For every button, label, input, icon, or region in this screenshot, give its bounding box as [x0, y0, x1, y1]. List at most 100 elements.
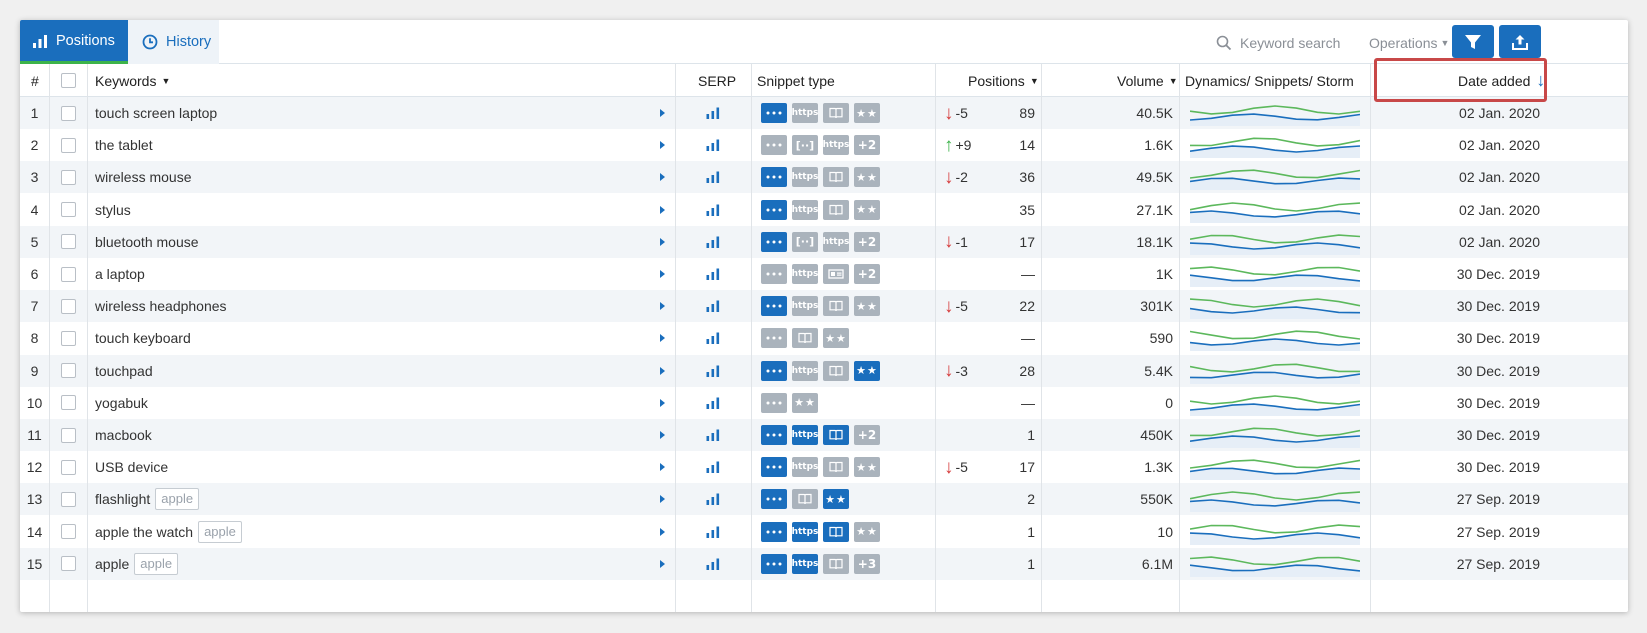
keyword-tag[interactable]: apple: [155, 488, 200, 511]
dynamics-cell[interactable]: [1190, 194, 1360, 226]
snippet-https-icon[interactable]: https: [792, 425, 818, 445]
keyword-text[interactable]: a laptop: [95, 266, 145, 282]
serp-icon[interactable]: [706, 451, 720, 483]
snippet-stars-icon[interactable]: ★★: [854, 296, 880, 317]
expand-row-icon[interactable]: [660, 322, 665, 354]
dynamics-cell[interactable]: [1190, 129, 1360, 161]
row-checkbox[interactable]: [61, 363, 76, 379]
snippet-dots-icon[interactable]: [761, 392, 787, 413]
expand-row-icon[interactable]: [660, 548, 665, 580]
keyword-text[interactable]: apple the watch: [95, 524, 193, 540]
serp-icon[interactable]: [706, 548, 720, 580]
select-all-checkbox[interactable]: [61, 73, 76, 88]
dynamics-cell[interactable]: [1190, 516, 1360, 548]
snippet-dots-icon[interactable]: [761, 521, 787, 542]
serp-icon[interactable]: [706, 290, 720, 322]
tab-history[interactable]: History: [128, 20, 219, 64]
snippet-https-icon[interactable]: https: [792, 457, 818, 478]
snippet-book-icon[interactable]: [823, 553, 849, 574]
tab-positions[interactable]: Positions: [20, 20, 128, 64]
snippet-https-icon[interactable]: https: [792, 360, 818, 381]
keyword-text[interactable]: USB device: [95, 459, 168, 475]
dynamics-cell[interactable]: [1190, 451, 1360, 483]
snippet-brackets-icon[interactable]: [··]: [792, 231, 818, 252]
serp-icon[interactable]: [706, 387, 720, 419]
snippet-dots-icon[interactable]: [761, 167, 787, 188]
dynamics-cell[interactable]: [1190, 161, 1360, 193]
row-checkbox[interactable]: [61, 524, 76, 540]
snippet-stars-icon[interactable]: ★★: [823, 489, 849, 510]
keyword-tag[interactable]: apple: [198, 520, 242, 543]
filter-button[interactable]: [1452, 25, 1494, 58]
snippet-book-icon[interactable]: [823, 360, 849, 381]
expand-row-icon[interactable]: [660, 194, 665, 226]
serp-icon[interactable]: [706, 322, 720, 354]
dynamics-cell[interactable]: [1190, 355, 1360, 387]
dynamics-cell[interactable]: [1190, 548, 1360, 580]
snippet-stars-icon[interactable]: ★★: [854, 521, 880, 542]
dynamics-cell[interactable]: [1190, 258, 1360, 290]
expand-row-icon[interactable]: [660, 355, 665, 387]
keyword-text[interactable]: bluetooth mouse: [95, 234, 199, 250]
snippet-book-icon[interactable]: [823, 521, 849, 542]
keyword-tag[interactable]: apple: [134, 552, 179, 575]
expand-row-icon[interactable]: [660, 419, 665, 451]
col-volume[interactable]: Volume ▼: [1117, 64, 1178, 97]
keyword-text[interactable]: the tablet: [95, 137, 153, 153]
snippet-https-icon[interactable]: https: [823, 231, 849, 252]
snippet-stars-icon[interactable]: ★★: [854, 457, 880, 478]
snippet-stars-icon[interactable]: ★★: [854, 199, 880, 220]
snippet-card-icon[interactable]: [823, 264, 849, 284]
expand-row-icon[interactable]: [660, 516, 665, 548]
expand-row-icon[interactable]: [660, 226, 665, 258]
keyword-text[interactable]: stylus: [95, 202, 131, 218]
dynamics-cell[interactable]: [1190, 387, 1360, 419]
keyword-search[interactable]: Keyword search: [1216, 32, 1340, 54]
snippet-more-badge[interactable]: +2: [854, 425, 880, 445]
snippet-https-icon[interactable]: https: [792, 199, 818, 220]
col-keywords[interactable]: Keywords ▼: [95, 64, 170, 97]
expand-row-icon[interactable]: [660, 290, 665, 322]
serp-icon[interactable]: [706, 129, 720, 161]
serp-icon[interactable]: [706, 419, 720, 451]
serp-icon[interactable]: [706, 97, 720, 129]
keyword-text[interactable]: wireless headphones: [95, 298, 227, 314]
snippet-book-icon[interactable]: [823, 296, 849, 317]
row-checkbox[interactable]: [61, 459, 76, 475]
serp-icon[interactable]: [706, 258, 720, 290]
row-checkbox[interactable]: [61, 137, 76, 153]
snippet-https-icon[interactable]: https: [792, 103, 818, 123]
snippet-more-badge[interactable]: +2: [854, 231, 880, 252]
dynamics-cell[interactable]: [1190, 226, 1360, 258]
snippet-book-icon[interactable]: [823, 103, 849, 123]
keyword-text[interactable]: wireless mouse: [95, 169, 191, 185]
expand-row-icon[interactable]: [660, 97, 665, 129]
row-checkbox[interactable]: [61, 234, 76, 250]
keyword-text[interactable]: apple: [95, 556, 129, 572]
row-checkbox[interactable]: [61, 330, 76, 346]
snippet-https-icon[interactable]: https: [792, 553, 818, 574]
snippet-book-icon[interactable]: [823, 199, 849, 220]
keyword-text[interactable]: touch keyboard: [95, 330, 191, 346]
serp-icon[interactable]: [706, 483, 720, 515]
snippet-https-icon[interactable]: https: [823, 135, 849, 156]
expand-row-icon[interactable]: [660, 258, 665, 290]
row-checkbox[interactable]: [61, 202, 76, 218]
snippet-book-icon[interactable]: [792, 328, 818, 349]
keyword-text[interactable]: yogabuk: [95, 395, 148, 411]
snippet-dots-icon[interactable]: [761, 231, 787, 252]
snippet-https-icon[interactable]: https: [792, 296, 818, 317]
snippet-book-icon[interactable]: [823, 457, 849, 478]
expand-row-icon[interactable]: [660, 387, 665, 419]
row-checkbox[interactable]: [61, 169, 76, 185]
serp-icon[interactable]: [706, 161, 720, 193]
row-checkbox[interactable]: [61, 491, 76, 507]
keyword-text[interactable]: flashlight: [95, 491, 150, 507]
snippet-https-icon[interactable]: https: [792, 521, 818, 542]
snippet-more-badge[interactable]: +2: [854, 264, 880, 284]
snippet-stars-icon[interactable]: ★★: [854, 360, 880, 381]
snippet-stars-icon[interactable]: ★★: [792, 392, 818, 413]
snippet-book-icon[interactable]: [823, 425, 849, 445]
expand-row-icon[interactable]: [660, 451, 665, 483]
snippet-dots-icon[interactable]: [761, 264, 787, 284]
